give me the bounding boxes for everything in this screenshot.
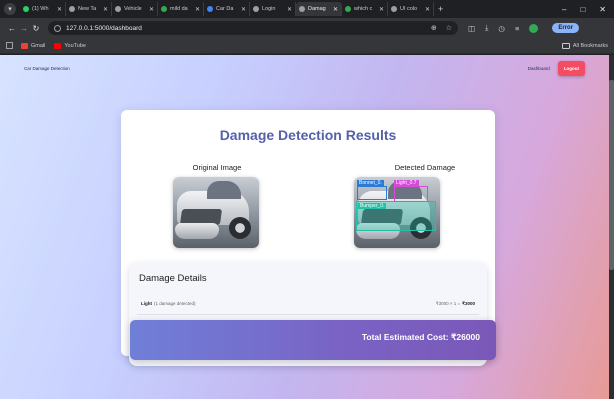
bumper-detection-box: Bumper_0. xyxy=(356,201,436,231)
reading-list-icon[interactable]: ≡ xyxy=(515,24,519,33)
maximize-icon[interactable]: □ xyxy=(580,5,585,14)
browser-tab-strip: ▾ (1) Wh ✕ New Ta ✕ Vehicle ✕ mild da ✕ Car … xyxy=(0,0,614,18)
browser-tab[interactable]: mild da ✕ xyxy=(158,2,204,16)
bookmark-youtube[interactable]: YouTube xyxy=(54,42,86,49)
total-cost-text: Total Estimated Cost: ₹26000 xyxy=(361,332,480,342)
reload-icon[interactable]: ↻ xyxy=(30,24,42,33)
download-icon[interactable]: ⤓ xyxy=(485,23,488,33)
tab-close-icon[interactable]: ✕ xyxy=(241,6,246,13)
detected-damage-image: Bumper_0. Bonnet_0. Light_0.7 xyxy=(354,177,440,248)
all-bookmarks[interactable]: All Bookmarks xyxy=(561,42,608,49)
site-info-icon[interactable] xyxy=(54,24,61,32)
browser-tab-active[interactable]: Damag ✕ xyxy=(296,2,342,16)
bookmark-gmail[interactable]: Gmail xyxy=(21,42,45,49)
extensions-icon[interactable]: ◫ xyxy=(468,24,475,33)
original-image-label: Original Image xyxy=(192,163,242,172)
tab-close-icon[interactable]: ✕ xyxy=(333,6,338,13)
profile-avatar[interactable] xyxy=(529,23,539,33)
folder-icon xyxy=(561,42,570,49)
browser-tab[interactable]: which c ✕ xyxy=(342,2,388,16)
browser-tab[interactable]: New Ta ✕ xyxy=(66,2,112,16)
app-navbar: Car Damage Detection Dashboard Logout xyxy=(0,55,609,81)
tab-close-icon[interactable]: ✕ xyxy=(425,6,430,13)
window-controls: – □ ✕ xyxy=(562,5,614,14)
new-tab-icon[interactable]: + xyxy=(438,4,443,14)
minimize-icon[interactable]: – xyxy=(562,5,566,14)
tab-favicon-icon xyxy=(299,6,305,12)
close-window-icon[interactable]: ✕ xyxy=(599,5,606,14)
tab-favicon-icon xyxy=(69,6,75,12)
tab-favicon-icon xyxy=(115,6,121,12)
nav-dashboard-link[interactable]: Dashboard xyxy=(528,66,550,71)
damage-row-light: Light (1 damage detected) ₹3000 × 1 = ₹3… xyxy=(137,293,479,315)
url-text: 127.0.0.1:5000/dashboard xyxy=(66,24,142,32)
light-detection-box: Light_0.7 xyxy=(394,180,428,202)
tab-close-icon[interactable]: ✕ xyxy=(57,6,62,13)
bonnet-detection-box: Bonnet_0. xyxy=(357,180,387,200)
bookmark-star-icon[interactable]: ☆ xyxy=(446,24,452,32)
tab-search-icon[interactable]: ▾ xyxy=(4,3,16,15)
tab-close-icon[interactable]: ✕ xyxy=(287,6,292,13)
detected-image-label: Detected Damage xyxy=(394,163,456,172)
gmail-icon xyxy=(21,42,28,49)
tab-favicon-icon xyxy=(23,6,29,12)
tab-close-icon[interactable]: ✕ xyxy=(149,6,154,13)
history-icon[interactable]: ◷ xyxy=(498,24,505,33)
tab-close-icon[interactable]: ✕ xyxy=(195,6,200,13)
browser-tab[interactable]: Vehicle ✕ xyxy=(112,2,158,16)
tab-favicon-icon xyxy=(161,6,167,12)
back-icon[interactable]: ← xyxy=(6,24,18,33)
scrollbar-thumb[interactable] xyxy=(609,80,614,270)
forward-icon[interactable]: → xyxy=(18,24,30,33)
error-button[interactable]: Error xyxy=(552,23,580,33)
tab-close-icon[interactable]: ✕ xyxy=(103,6,108,13)
browser-tab[interactable]: Car Da ✕ xyxy=(204,2,250,16)
bookmarks-bar: Gmail YouTube All Bookmarks xyxy=(0,38,614,54)
browser-tab[interactable]: (1) Wh ✕ xyxy=(20,2,66,16)
tab-close-icon[interactable]: ✕ xyxy=(379,6,384,13)
original-car-image xyxy=(173,177,259,248)
browser-tab[interactable]: UI colo ✕ xyxy=(388,2,434,16)
damage-details-title: Damage Details xyxy=(139,273,207,284)
browser-toolbar: ← → ↻ 127.0.0.1:5000/dashboard ⊕ ☆ ◫ ⤓ ◷… xyxy=(0,18,614,38)
tab-favicon-icon xyxy=(345,6,351,12)
page-title: Damage Detection Results xyxy=(219,127,397,143)
address-bar[interactable]: 127.0.0.1:5000/dashboard ⊕ ☆ xyxy=(48,21,458,35)
browser-tab[interactable]: Login ✕ xyxy=(250,2,296,16)
tab-favicon-icon xyxy=(391,6,397,12)
app-brand[interactable]: Car Damage Detection xyxy=(24,66,70,71)
tab-favicon-icon xyxy=(253,6,259,12)
total-cost-banner: Total Estimated Cost: ₹26000 xyxy=(130,320,496,360)
apps-grid-icon[interactable] xyxy=(6,42,13,49)
logout-button[interactable]: Logout xyxy=(557,60,585,76)
youtube-icon xyxy=(54,42,62,49)
zoom-icon[interactable]: ⊕ xyxy=(431,24,437,32)
tab-favicon-icon xyxy=(207,6,213,12)
